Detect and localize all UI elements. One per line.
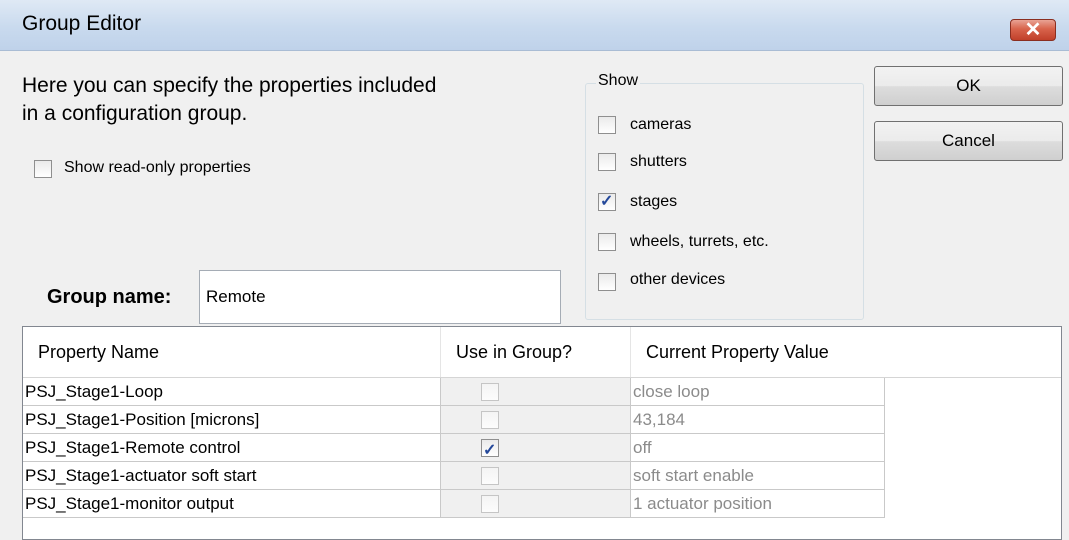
group-name-input[interactable]: Remote <box>199 270 561 324</box>
table-header: Property Name Use in Group? Current Prop… <box>23 327 1061 378</box>
column-header-use-in-group[interactable]: Use in Group? <box>441 327 631 377</box>
shutters-label: shutters <box>630 153 687 170</box>
use-in-group-cell <box>441 462 631 490</box>
cameras-label: cameras <box>630 116 692 133</box>
use-in-group-checkbox[interactable] <box>481 411 499 429</box>
table-row[interactable]: PSJ_Stage1-Position [microns] 43,184 <box>23 406 1061 434</box>
property-name-cell: PSJ_Stage1-actuator soft start <box>23 462 441 490</box>
wheels-turrets-checkbox[interactable] <box>598 233 616 251</box>
use-in-group-checkbox[interactable]: ✓ <box>481 439 499 459</box>
show-group-legend: Show <box>596 72 641 90</box>
properties-table: Property Name Use in Group? Current Prop… <box>22 326 1062 540</box>
other-devices-label: other devices <box>630 271 726 288</box>
use-in-group-checkbox[interactable] <box>481 467 499 485</box>
table-row[interactable]: PSJ_Stage1-Remote control ✓ off <box>23 434 1061 462</box>
property-value-cell[interactable]: close loop <box>631 378 885 406</box>
cameras-checkbox[interactable] <box>598 116 616 134</box>
property-name-cell: PSJ_Stage1-Loop <box>23 378 441 406</box>
show-readonly-label: Show read-only properties <box>64 159 251 176</box>
title-bar[interactable]: Group Editor ✕ <box>0 0 1069 51</box>
use-in-group-cell <box>441 406 631 434</box>
use-in-group-cell: ✓ <box>441 434 631 462</box>
column-header-property-name[interactable]: Property Name <box>23 327 441 377</box>
wheels-turrets-label: wheels, turrets, etc. <box>630 233 769 250</box>
ok-button[interactable]: OK <box>874 66 1063 106</box>
group-editor-dialog: Group Editor ✕ Here you can specify the … <box>0 0 1069 540</box>
use-in-group-cell <box>441 490 631 518</box>
other-devices-checkbox[interactable] <box>598 273 616 291</box>
intro-line-1: Here you can specify the properties incl… <box>22 74 437 97</box>
group-name-label: Group name: <box>47 286 172 308</box>
table-row[interactable]: PSJ_Stage1-Loop close loop <box>23 378 1061 406</box>
property-value-cell[interactable]: soft start enable <box>631 462 885 490</box>
column-header-current-value[interactable]: Current Property Value <box>631 327 1061 377</box>
shutters-checkbox[interactable] <box>598 153 616 171</box>
property-name-cell: PSJ_Stage1-Position [microns] <box>23 406 441 434</box>
show-readonly-checkbox[interactable] <box>34 160 52 178</box>
stages-checkbox[interactable]: ✓ <box>598 193 616 211</box>
check-icon: ✓ <box>600 193 614 210</box>
table-row[interactable]: PSJ_Stage1-actuator soft start soft star… <box>23 462 1061 490</box>
property-name-cell: PSJ_Stage1-Remote control <box>23 434 441 462</box>
intro-line-2: in a configuration group. <box>22 102 248 125</box>
property-value-cell[interactable]: 1 actuator position <box>631 490 885 518</box>
property-value-cell[interactable]: 43,184 <box>631 406 885 434</box>
close-icon: ✕ <box>1024 19 1042 41</box>
use-in-group-checkbox[interactable] <box>481 495 499 513</box>
use-in-group-cell <box>441 378 631 406</box>
intro-text: Here you can specify the properties incl… <box>22 72 436 128</box>
property-value-cell[interactable]: off <box>631 434 885 462</box>
window-title: Group Editor <box>22 12 142 35</box>
close-button[interactable]: ✕ <box>1010 19 1056 41</box>
use-in-group-checkbox[interactable] <box>481 383 499 401</box>
check-icon: ✓ <box>483 442 497 459</box>
property-name-cell: PSJ_Stage1-monitor output <box>23 490 441 518</box>
stages-label: stages <box>630 193 678 210</box>
table-row[interactable]: PSJ_Stage1-monitor output 1 actuator pos… <box>23 490 1061 518</box>
cancel-button[interactable]: Cancel <box>874 121 1063 161</box>
